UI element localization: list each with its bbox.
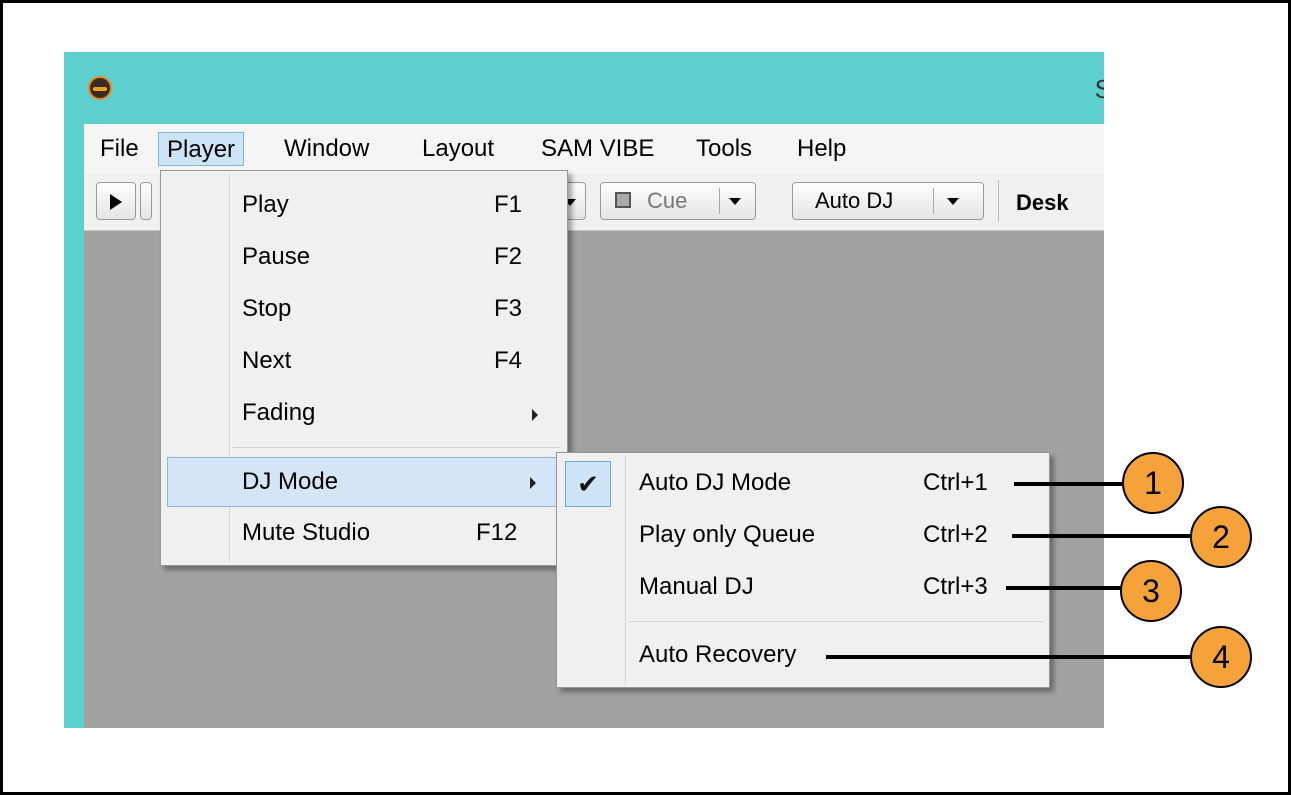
menu-tools[interactable]: Tools [688, 132, 760, 166]
menu-sam-vibe[interactable]: SAM VIBE [533, 132, 662, 166]
menu-help[interactable]: Help [789, 132, 854, 166]
auto-dj-label: Auto DJ [815, 188, 894, 213]
submenu-arrow-icon [530, 477, 536, 489]
menu-layout[interactable]: Layout [414, 132, 502, 166]
callout-4: 4 [1190, 626, 1252, 688]
callout-leader [1012, 534, 1192, 538]
menu-item-label: Manual DJ [639, 573, 754, 600]
callout-leader [1014, 482, 1124, 486]
menu-item-label: Stop [242, 295, 292, 322]
cue-label: Cue [647, 188, 688, 213]
shortcut-label: Ctrl+2 [923, 521, 988, 548]
auto-dj-button[interactable]: Auto DJ [792, 182, 984, 220]
window-title: S [1094, 74, 1104, 104]
menu-item-label: Mute Studio [242, 519, 371, 546]
menu-item-label: Pause [242, 243, 311, 270]
play-icon [110, 194, 122, 211]
menu-item-next[interactable]: Next F4 [164, 337, 564, 387]
shortcut-label: F12 [476, 519, 518, 546]
shortcut-label: F2 [494, 243, 523, 270]
menu-item-label: Fading [242, 399, 316, 426]
title-bar: S [64, 52, 1104, 124]
menu-item-label: Play [242, 191, 289, 218]
callout-1: 1 [1122, 452, 1184, 514]
menu-item-manual-dj[interactable]: Manual DJ Ctrl+3 [627, 563, 1043, 613]
shortcut-label: F4 [494, 347, 523, 374]
cue-button[interactable]: Cue [600, 182, 756, 220]
menu-bar: File Player Window Layout SAM VIBE Tools… [84, 124, 1104, 174]
dj-mode-submenu: ✔ Auto DJ Mode Ctrl+1 Play only Queue Ct… [556, 452, 1050, 688]
toolbar-button-partial[interactable] [140, 182, 152, 220]
menu-item-label: Next [242, 347, 292, 374]
shortcut-label: F3 [494, 295, 523, 322]
menu-item-pause[interactable]: Pause F2 [164, 233, 564, 283]
app-logo-icon[interactable] [88, 76, 112, 100]
shortcut-label: F1 [494, 191, 523, 218]
callout-3: 3 [1120, 560, 1182, 622]
chevron-down-icon [729, 198, 741, 205]
play-button[interactable] [96, 182, 136, 220]
chevron-down-icon [947, 198, 959, 205]
menu-item-stop[interactable]: Stop F3 [164, 285, 564, 335]
menu-item-label: Auto Recovery [639, 641, 797, 668]
player-menu: Play F1 Pause F2 Stop F3 Next F4 Fading … [160, 170, 568, 566]
menu-item-mute-studio[interactable]: Mute Studio F12 [164, 509, 564, 559]
menu-item-play-only-queue[interactable]: Play only Queue Ctrl+2 [627, 511, 1043, 561]
cue-icon [615, 192, 631, 208]
menu-item-auto-dj-mode[interactable]: Auto DJ Mode Ctrl+1 [627, 459, 1043, 509]
menu-item-label: Play only Queue [639, 521, 816, 548]
menu-item-dj-mode[interactable]: DJ Mode [167, 457, 561, 507]
menu-item-label: DJ Mode [242, 468, 339, 495]
desk-label[interactable]: Desk [1016, 190, 1069, 216]
callout-leader [826, 655, 1192, 659]
callout-leader [1006, 586, 1122, 590]
shortcut-label: Ctrl+3 [923, 573, 988, 600]
menu-window[interactable]: Window [276, 132, 377, 166]
submenu-arrow-icon [532, 409, 538, 421]
menu-item-play[interactable]: Play F1 [164, 181, 564, 231]
menu-item-label: Auto DJ Mode [639, 469, 792, 496]
menu-item-fading[interactable]: Fading [164, 389, 564, 439]
menu-player[interactable]: Player [158, 132, 245, 166]
menu-file[interactable]: File [92, 132, 147, 166]
check-icon: ✔ [565, 461, 611, 507]
callout-2: 2 [1190, 506, 1252, 568]
shortcut-label: Ctrl+1 [923, 469, 988, 496]
